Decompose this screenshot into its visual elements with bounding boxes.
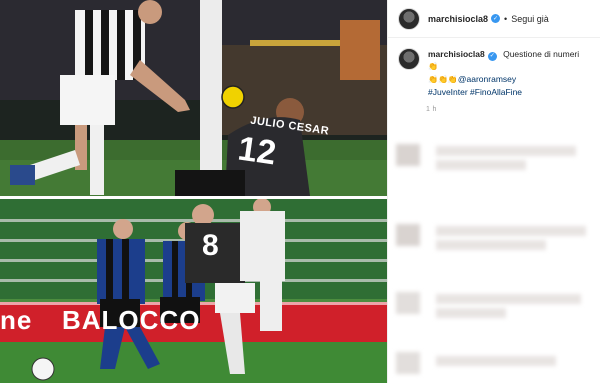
post-sidebar: marchisiocla8 ✓ • Segui già marchisiocla… (387, 0, 600, 383)
post-timestamp[interactable]: 1 h (426, 106, 600, 113)
photo-top: JULIO CESAR 12 (0, 0, 387, 196)
blurred-comment (394, 290, 594, 320)
photo-bottom-illustration (0, 199, 387, 383)
caption-hashtags[interactable]: #JuveInter #FinoAllaFine (428, 86, 590, 98)
blurred-comment (394, 142, 594, 172)
follow-button[interactable]: Segui già (511, 14, 549, 24)
ad-banner-text: BALOCCO (62, 305, 201, 335)
caption-emojis: 👏👏👏 (428, 74, 458, 84)
caption-mention-link[interactable]: @aaronramsey (458, 74, 516, 84)
caption-emoji-line: 👏 (428, 61, 438, 71)
caption-verified-badge-icon: ✓ (487, 51, 497, 61)
caption-body: marchisiocla8 ✓ Questione di numeri 👏 👏👏👏… (428, 48, 590, 98)
player-shirt-number: 8 (202, 229, 219, 262)
photo-bottom: ne BALOCCO 8 (0, 199, 387, 383)
post-media[interactable]: JULIO CESAR 12 ne BALOCCO 8 (0, 0, 387, 383)
post-header: marchisiocla8 ✓ • Segui già (388, 0, 600, 38)
header-username[interactable]: marchisiocla8 (428, 14, 488, 24)
avatar[interactable] (398, 7, 420, 30)
caption-username[interactable]: marchisiocla8 (428, 49, 485, 59)
caption-avatar[interactable] (398, 48, 420, 70)
verified-badge-icon: ✓ (491, 14, 501, 23)
goalkeeper-shirt-number: 12 (235, 129, 279, 173)
caption-text: Questione di numeri (503, 49, 580, 59)
blurred-comment (394, 222, 594, 252)
photo-top-illustration (0, 0, 387, 196)
separator-dot: • (504, 13, 508, 24)
ad-banner-left-text: ne (0, 305, 33, 335)
post-caption: marchisiocla8 ✓ Questione di numeri 👏 👏👏👏… (388, 38, 600, 98)
blurred-comment (394, 350, 594, 380)
